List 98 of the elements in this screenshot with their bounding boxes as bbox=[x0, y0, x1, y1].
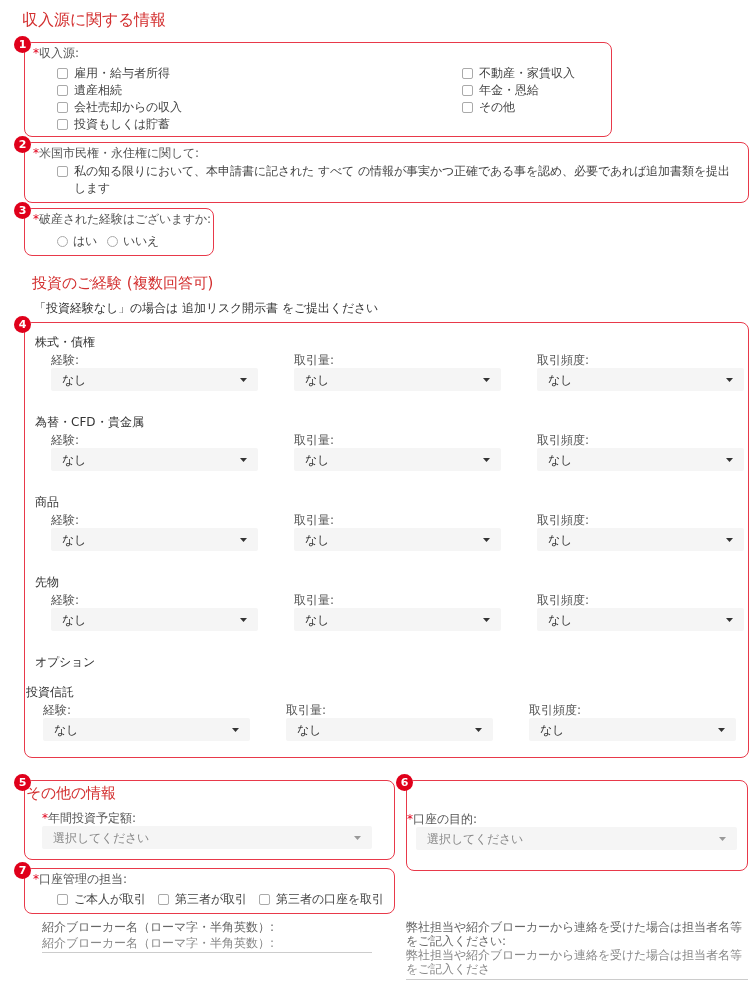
checkbox[interactable] bbox=[57, 85, 68, 96]
field-label: *米国市民権・永住権に関して: bbox=[33, 146, 201, 160]
checkbox-option[interactable]: 私の知る限りにおいて、本申請書に記された すべて の情報が事実かつ正確である事を認め、必要であれば追加書類を提出します bbox=[57, 163, 732, 197]
category-title: オプション bbox=[35, 654, 96, 671]
caret-icon bbox=[483, 537, 490, 542]
field-label: *年間投資予定額: bbox=[42, 811, 138, 826]
dropdown-select[interactable]: なし bbox=[294, 528, 501, 551]
caret-icon bbox=[726, 457, 733, 462]
field-label: 経験: bbox=[51, 594, 81, 608]
checkbox-option[interactable]: 不動産・家賃収入 bbox=[462, 65, 575, 82]
caret-icon bbox=[719, 836, 726, 841]
caret-icon bbox=[475, 727, 482, 732]
caret-icon bbox=[726, 617, 733, 622]
step-number-badge: 3 bbox=[14, 202, 31, 219]
field-label: 取引頻度: bbox=[537, 514, 591, 528]
field-label: *破産された経験はございますか: bbox=[33, 212, 213, 226]
step-number-badge: 4 bbox=[14, 316, 31, 333]
dropdown-select[interactable]: なし bbox=[51, 528, 258, 551]
checkbox[interactable] bbox=[57, 119, 68, 130]
field-label: 経験: bbox=[51, 514, 81, 528]
checkbox-option[interactable]: 遺産相続 bbox=[57, 82, 462, 99]
dropdown-select[interactable]: 選択してください bbox=[416, 827, 737, 850]
note-text: 「投資経験なし」の場合は 追加リスク開示書 をご提出ください bbox=[34, 300, 379, 314]
step-number-badge: 1 bbox=[14, 36, 31, 53]
caret-icon bbox=[718, 727, 725, 732]
caret-icon bbox=[240, 457, 247, 462]
step-number-badge: 6 bbox=[396, 774, 413, 791]
caret-icon bbox=[726, 377, 733, 382]
caret-icon bbox=[232, 727, 239, 732]
checkbox[interactable] bbox=[57, 102, 68, 113]
field-label: 取引頻度: bbox=[537, 354, 591, 368]
checkbox-option[interactable]: ご本人が取引 bbox=[57, 891, 146, 908]
field-label: 経験: bbox=[43, 704, 73, 718]
dropdown-select[interactable]: なし bbox=[51, 448, 258, 471]
category-title: 為替・CFD・貴金属 bbox=[35, 414, 145, 431]
field-label: 経験: bbox=[51, 434, 81, 448]
caret-icon bbox=[483, 617, 490, 622]
radio-option[interactable]: はい bbox=[57, 232, 97, 250]
caret-icon bbox=[483, 457, 490, 462]
field-label: 弊社担当や紹介ブローカーから連絡を受けた場合は担当者名等をご記入ください: bbox=[406, 920, 743, 948]
checkbox[interactable] bbox=[462, 102, 473, 113]
caret-icon bbox=[354, 835, 361, 840]
category-title: 商品 bbox=[35, 494, 60, 511]
checkbox[interactable] bbox=[158, 894, 169, 905]
category-title: 先物 bbox=[35, 574, 60, 591]
dropdown-select[interactable]: なし bbox=[286, 718, 493, 741]
checkbox[interactable] bbox=[259, 894, 270, 905]
radio-option[interactable]: いいえ bbox=[107, 232, 159, 250]
dropdown-select[interactable]: なし bbox=[537, 368, 744, 391]
field-label: 取引頻度: bbox=[537, 594, 591, 608]
checkbox-option[interactable]: 会社売却からの収入 bbox=[57, 99, 462, 116]
checkbox-option[interactable]: 第三者の口座を取引 bbox=[259, 891, 384, 908]
checkbox[interactable] bbox=[57, 68, 68, 79]
checkbox-option[interactable]: 第三者が取引 bbox=[158, 891, 247, 908]
caret-icon bbox=[240, 537, 247, 542]
caret-icon bbox=[240, 617, 247, 622]
section-heading: 収入源に関する情報 bbox=[22, 9, 167, 31]
field-label: 取引量: bbox=[294, 514, 336, 528]
input-field[interactable]: 紹介ブローカー名（ローマ字・半角英数）: bbox=[42, 934, 372, 953]
caret-icon bbox=[726, 537, 733, 542]
field-label: 取引量: bbox=[294, 434, 336, 448]
dropdown-select[interactable]: なし bbox=[294, 608, 501, 631]
category-title: 投資信託 bbox=[26, 684, 75, 701]
checkbox-option[interactable]: その他 bbox=[462, 99, 575, 116]
checkbox[interactable] bbox=[462, 85, 473, 96]
checkbox-option[interactable]: 雇用・給与者所得 bbox=[57, 65, 462, 82]
checkbox-option[interactable]: 年金・恩給 bbox=[462, 82, 575, 99]
field-label: 取引量: bbox=[286, 704, 328, 718]
dropdown-select[interactable]: なし bbox=[294, 448, 501, 471]
field-label: 取引頻度: bbox=[529, 704, 583, 718]
input-field[interactable]: 弊社担当や紹介ブローカーから連絡を受けた場合は担当者名等をご記入くださ bbox=[406, 948, 748, 980]
dropdown-select[interactable]: なし bbox=[51, 368, 258, 391]
field-label: *口座の目的: bbox=[407, 812, 479, 827]
caret-icon bbox=[483, 377, 490, 382]
dropdown-select[interactable]: なし bbox=[537, 608, 744, 631]
field-label: *口座管理の担当: bbox=[33, 872, 129, 886]
checkbox[interactable] bbox=[57, 166, 68, 177]
step-number-badge: 2 bbox=[14, 136, 31, 153]
caret-icon bbox=[240, 377, 247, 382]
category-title: 株式・債権 bbox=[35, 334, 96, 351]
field-label: 取引量: bbox=[294, 354, 336, 368]
dropdown-select[interactable]: 選択してください bbox=[42, 826, 372, 849]
field-label: 取引頻度: bbox=[537, 434, 591, 448]
section-heading: 投資のご経験 (複数回答可) bbox=[32, 273, 215, 294]
dropdown-select[interactable]: なし bbox=[529, 718, 736, 741]
dropdown-select[interactable]: なし bbox=[294, 368, 501, 391]
dropdown-select[interactable]: なし bbox=[537, 528, 744, 551]
checkbox[interactable] bbox=[462, 68, 473, 79]
field-label: *収入源: bbox=[33, 46, 81, 60]
field-label: 経験: bbox=[51, 354, 81, 368]
field-label: 取引量: bbox=[294, 594, 336, 608]
field-label: 紹介ブローカー名（ローマ字・半角英数）: bbox=[42, 920, 276, 934]
checkbox-option[interactable]: 投資もしくは貯蓄 bbox=[57, 116, 462, 133]
dropdown-select[interactable]: なし bbox=[537, 448, 744, 471]
dropdown-select[interactable]: なし bbox=[43, 718, 250, 741]
checkbox[interactable] bbox=[57, 894, 68, 905]
dropdown-select[interactable]: なし bbox=[51, 608, 258, 631]
step-number-badge: 7 bbox=[14, 862, 31, 879]
